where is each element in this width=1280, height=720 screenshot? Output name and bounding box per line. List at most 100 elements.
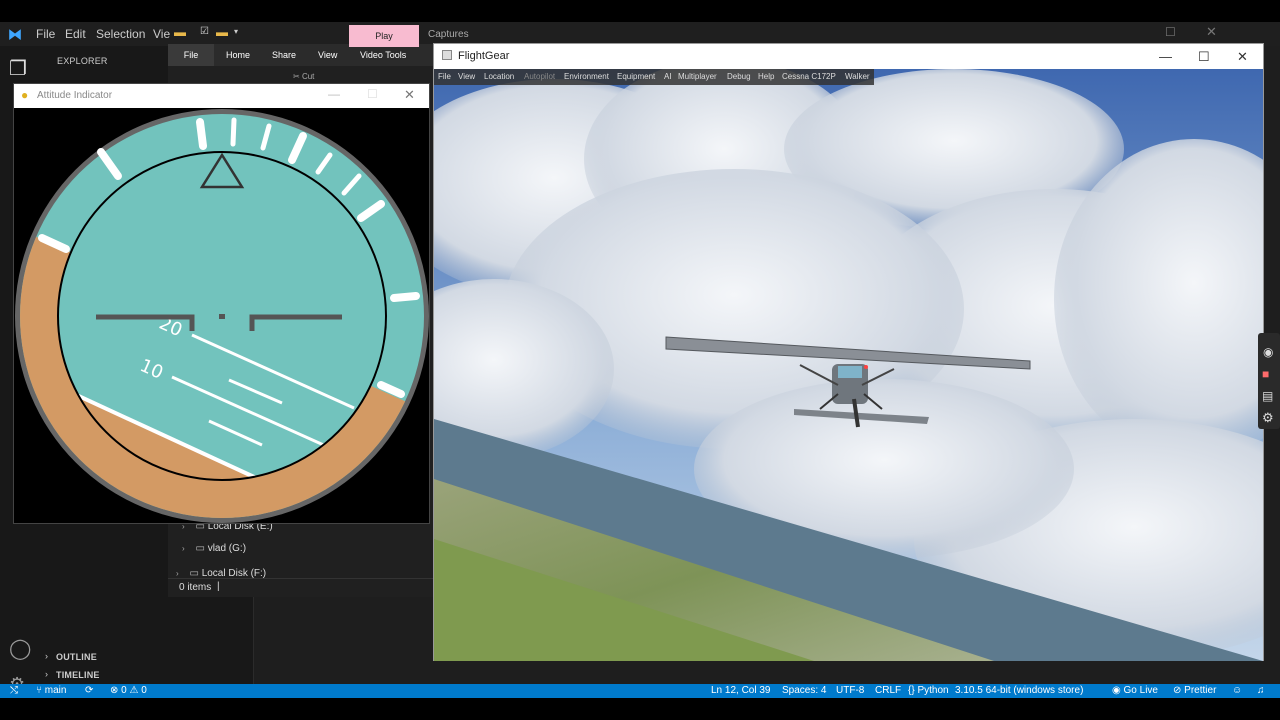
end-of-line[interactable]: CRLF	[875, 685, 901, 696]
gallery-icon[interactable]: ▤	[1262, 389, 1273, 403]
feedback-icon[interactable]: ☺	[1232, 685, 1242, 696]
close-icon[interactable]: ✕	[404, 87, 415, 103]
prettier[interactable]: ⊘ Prettier	[1173, 685, 1216, 696]
ribbon-tab-video-tools[interactable]: Video Tools	[360, 50, 406, 60]
timeline-section[interactable]: › TIMELINE	[40, 666, 253, 684]
chevron-right-icon: ›	[45, 651, 48, 661]
vscode-restore-icon[interactable]: ☐	[1165, 25, 1176, 39]
fg-menu-file[interactable]: File	[438, 72, 451, 81]
aircraft-windshield	[838, 366, 862, 378]
outline-section[interactable]: › OUTLINE	[40, 648, 253, 666]
attitude-titlebar: ● Attitude Indicator — ☐ ✕	[14, 84, 429, 108]
ribbon-tab-view[interactable]: View	[318, 50, 337, 60]
python-app-icon: ●	[21, 88, 29, 102]
drive-label: vlad (G:)	[207, 543, 247, 554]
attitude-gauge: 20 10	[15, 109, 429, 523]
notifications-bell-icon[interactable]: ♫	[1257, 685, 1265, 696]
minimize-icon[interactable]: —	[1159, 49, 1172, 64]
fg-menu-ai[interactable]: AI	[664, 72, 672, 81]
drive-label: Local Disk (F:)	[201, 568, 267, 578]
capture-toolbar: ◉ ■ ▤ ⚙	[1258, 333, 1280, 429]
ribbon-tab-share[interactable]: Share	[272, 50, 296, 60]
captures-folder-title: Captures	[428, 29, 469, 40]
aircraft-center-dot	[219, 314, 225, 319]
attitude-title: Attitude Indicator	[37, 90, 113, 101]
prettier-label: Prettier	[1184, 685, 1217, 696]
fg-menu-cessna[interactable]: Cessna C172P	[782, 72, 836, 81]
status-divider: |	[217, 581, 220, 592]
ribbon-tab-file[interactable]: File	[168, 44, 214, 66]
quick-access-dropdown-icon[interactable]: ▾	[234, 27, 238, 36]
maximize-icon[interactable]: ☐	[1198, 49, 1210, 65]
menu-edit[interactable]: Edit	[65, 27, 86, 41]
cursor-position[interactable]: Ln 12, Col 39	[711, 685, 771, 696]
fg-menu-walker[interactable]: Walker	[845, 72, 870, 81]
drive-icon: ▭	[189, 568, 199, 578]
language-mode[interactable]: {} Python	[908, 685, 949, 696]
cut-label: Cut	[301, 72, 315, 81]
accounts-icon[interactable]: ◯	[9, 636, 31, 661]
cut-button[interactable]: ✂ Cut	[293, 72, 314, 81]
python-interpreter[interactable]: 3.10.5 64-bit (windows store)	[955, 685, 1083, 696]
scene-render	[434, 69, 1263, 661]
attitude-canvas: 20 10	[14, 108, 429, 523]
fg-menu-autopilot[interactable]: Autopilot	[524, 72, 555, 81]
flightgear-window: FlightGear — ☐ ✕ File View Location Auto…	[433, 43, 1264, 661]
top-letterbox	[0, 0, 1280, 22]
fg-menu-help[interactable]: Help	[758, 72, 774, 81]
camera-icon[interactable]: ◉	[1263, 345, 1273, 359]
fg-menu-equipment[interactable]: Equipment	[617, 72, 655, 81]
menu-selection[interactable]: Selection	[96, 27, 145, 41]
flightgear-menubar: File View Location Autopilot Environment…	[434, 69, 874, 85]
status-bar: ⤭ ⑂ main ⟳ ⊗ 0 ⚠ 0 Ln 12, Col 39 Spaces:…	[0, 684, 1280, 698]
play-tab[interactable]: Play	[349, 25, 419, 47]
timeline-header: TIMELINE	[56, 670, 100, 680]
vscode-logo-icon: ⧓	[8, 26, 22, 42]
indentation[interactable]: Spaces: 4	[782, 685, 826, 696]
sync-icon[interactable]: ⟳	[85, 685, 93, 696]
close-icon[interactable]: ✕	[1237, 49, 1248, 65]
chevron-right-icon: ›	[176, 569, 179, 578]
folder-icon: ▬	[174, 25, 186, 39]
menu-view[interactable]: Vie	[153, 27, 170, 41]
fg-menu-location[interactable]: Location	[484, 72, 514, 81]
beacon-light	[864, 365, 868, 369]
properties-icon[interactable]: ☑	[200, 26, 209, 37]
settings-gear-icon[interactable]: ⚙	[1262, 410, 1274, 426]
branch-name: main	[44, 685, 67, 696]
drive-item[interactable]: › ▭ Local Disk (F:)	[176, 568, 336, 578]
branch-status[interactable]: ⑂ main	[36, 685, 66, 696]
explorer-icon[interactable]: ❐	[9, 56, 27, 81]
go-live[interactable]: ◉ Go Live	[1112, 685, 1158, 696]
maximize-icon[interactable]: ☐	[367, 87, 378, 101]
bottom-letterbox	[0, 698, 1280, 720]
divider	[168, 578, 434, 579]
flight-scene[interactable]	[434, 69, 1263, 661]
new-folder-icon[interactable]: ▬	[216, 25, 228, 39]
remote-icon[interactable]: ⤭	[10, 685, 18, 696]
encoding[interactable]: UTF-8	[836, 685, 864, 696]
explorer-title: EXPLORER	[57, 56, 108, 66]
warnings-count: 0	[141, 685, 147, 696]
fg-menu-environment[interactable]: Environment	[564, 72, 609, 81]
record-icon[interactable]: ■	[1262, 367, 1269, 381]
outline-header: OUTLINE	[56, 652, 97, 662]
drive-icon: ▭	[195, 543, 205, 554]
chevron-right-icon: ›	[45, 669, 48, 679]
flightgear-app-icon	[442, 50, 452, 60]
fg-menu-view[interactable]: View	[458, 72, 475, 81]
flightgear-titlebar: FlightGear — ☐ ✕	[434, 44, 1263, 69]
fg-menu-debug[interactable]: Debug	[727, 72, 751, 81]
vscode-close-icon[interactable]: ✕	[1206, 24, 1217, 40]
items-count: 0 items	[179, 582, 212, 593]
bank-tick	[230, 117, 237, 147]
errors-count: 0	[121, 685, 127, 696]
ribbon-tab-home[interactable]: Home	[226, 50, 250, 60]
explorer-ribbon: File Home Share View Video Tools	[168, 44, 434, 66]
menu-file[interactable]: File	[36, 27, 55, 41]
language-name: Python	[917, 685, 949, 696]
drive-item[interactable]: › ▭ vlad (G:)	[182, 543, 246, 554]
fg-menu-multiplayer[interactable]: Multiplayer	[678, 72, 717, 81]
problems-status[interactable]: ⊗ 0 ⚠ 0	[110, 685, 147, 696]
minimize-icon[interactable]: —	[328, 87, 340, 101]
